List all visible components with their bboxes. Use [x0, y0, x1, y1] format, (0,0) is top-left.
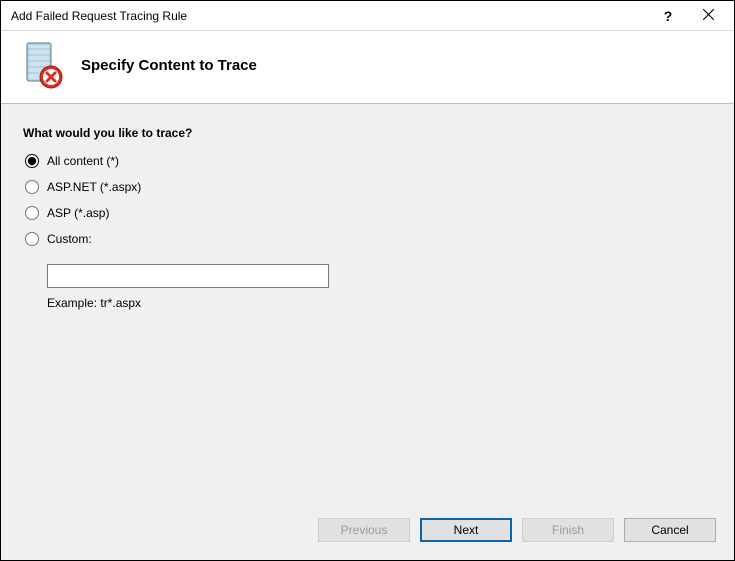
option-all-content[interactable]: All content (*)	[25, 154, 712, 168]
help-button[interactable]: ?	[648, 2, 688, 30]
custom-block: Example: tr*.aspx	[47, 264, 712, 310]
option-label: All content (*)	[47, 154, 119, 168]
wizard-title: Specify Content to Trace	[81, 57, 257, 74]
titlebar: Add Failed Request Tracing Rule ?	[1, 1, 734, 31]
radio-aspnet[interactable]	[25, 180, 39, 194]
trace-rule-icon	[17, 41, 65, 89]
radio-all-content[interactable]	[25, 154, 39, 168]
option-custom[interactable]: Custom:	[25, 232, 712, 246]
radio-custom[interactable]	[25, 232, 39, 246]
option-label: Custom:	[47, 232, 92, 246]
example-label: Example: tr*.aspx	[47, 296, 712, 310]
next-button[interactable]: Next	[420, 518, 512, 542]
prompt-label: What would you like to trace?	[23, 126, 712, 140]
finish-button: Finish	[522, 518, 614, 542]
cancel-button[interactable]: Cancel	[624, 518, 716, 542]
option-asp[interactable]: ASP (*.asp)	[25, 206, 712, 220]
previous-button: Previous	[318, 518, 410, 542]
radio-asp[interactable]	[25, 206, 39, 220]
window-title: Add Failed Request Tracing Rule	[11, 9, 648, 23]
wizard-footer: Previous Next Finish Cancel	[1, 504, 734, 560]
option-label: ASP (*.asp)	[47, 206, 109, 220]
trace-options-group: All content (*) ASP.NET (*.aspx) ASP (*.…	[25, 154, 712, 310]
wizard-header: Specify Content to Trace	[1, 31, 734, 104]
wizard-content: What would you like to trace? All conten…	[1, 104, 734, 504]
help-icon: ?	[664, 8, 673, 24]
close-button[interactable]	[688, 2, 728, 30]
close-icon	[703, 9, 714, 23]
custom-pattern-input[interactable]	[47, 264, 329, 288]
option-aspnet[interactable]: ASP.NET (*.aspx)	[25, 180, 712, 194]
option-label: ASP.NET (*.aspx)	[47, 180, 141, 194]
